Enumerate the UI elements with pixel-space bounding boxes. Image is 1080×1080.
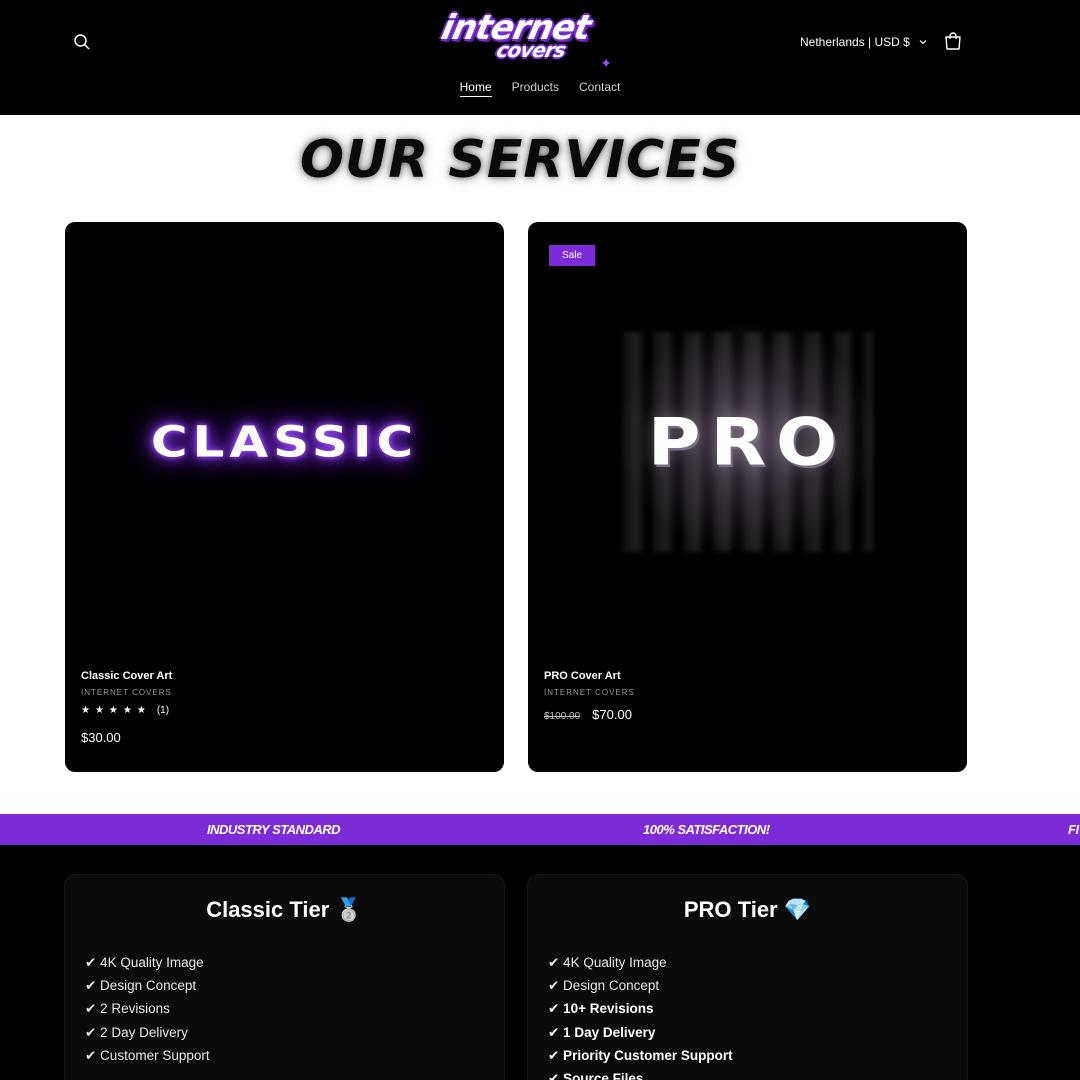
feature-item: ✔ 2 Revisions <box>85 1001 170 1017</box>
product-vendor: INTERNET COVERS <box>544 688 635 697</box>
tier-card-classic: Classic Tier 🥈 ✔ 4K Quality Image ✔ Desi… <box>64 874 505 1080</box>
feature-item: ✔ Source Files <box>548 1070 644 1080</box>
banner-item: INDUSTRY STANDARD <box>207 822 341 837</box>
brand-logo[interactable]: internet covers ✦ <box>418 6 614 71</box>
scrolling-banner: INDUSTRY STANDARD 100% SATISFACTION! FI <box>0 814 1080 845</box>
tier-title: PRO Tier 💎 <box>683 897 812 922</box>
compare-at-price: $100.00 <box>544 711 581 722</box>
main-nav: Home Products Contact <box>0 80 1080 97</box>
site-header: internet covers ✦ Netherlands | USD $ Ho… <box>0 0 1080 115</box>
logo-wordmark-line2: covers <box>494 38 568 62</box>
product-vendor: INTERNET COVERS <box>81 688 172 697</box>
nav-home[interactable]: Home <box>459 80 492 97</box>
product-card-pro[interactable]: PRO Sale PRO Cover Art INTERNET COVERS $… <box>528 222 967 772</box>
region-label: Netherlands | USD $ <box>800 35 910 49</box>
product-price: $30.00 <box>81 730 121 745</box>
product-image-classic[interactable]: CLASSIC <box>65 222 504 662</box>
product-info: Classic Cover Art INTERNET COVERS ★★★★★ … <box>81 670 488 745</box>
feature-item: ✔ 2 Day Delivery <box>85 1024 188 1040</box>
feature-item: ✔ 4K Quality Image <box>85 955 204 970</box>
feature-item: ✔ Design Concept <box>85 978 197 994</box>
product-title[interactable]: PRO Cover Art <box>544 670 951 682</box>
cart-icon[interactable] <box>942 30 964 52</box>
tier-feature-list: ✔ 4K Quality Image ✔ Design Concept ✔ 10… <box>548 951 733 1080</box>
tier-card-pro: PRO Tier 💎 ✔ 4K Quality Image ✔ Design C… <box>527 874 968 1080</box>
tier-title: Classic Tier 🥈 <box>206 897 363 922</box>
feature-item: ✔ Priority Customer Support <box>548 1047 733 1063</box>
banner-item: 100% SATISFACTION! <box>643 822 770 837</box>
country-currency-selector[interactable]: Netherlands | USD $ <box>800 33 928 51</box>
feature-item: ✔ Design Concept <box>548 978 660 994</box>
rating-count: (1) <box>156 705 170 716</box>
product-card-classic[interactable]: CLASSIC Classic Cover Art INTERNET COVER… <box>65 222 504 772</box>
feature-item: ✔ 1 Day Delivery <box>548 1024 656 1040</box>
tier-comparison-section: Classic Tier 🥈 ✔ 4K Quality Image ✔ Desi… <box>0 845 1080 1080</box>
product-image-pro[interactable]: PRO <box>528 222 967 662</box>
search-icon[interactable] <box>70 30 94 54</box>
services-heading: OUR SERVICES <box>299 130 741 190</box>
sparkle-icon: ✦ <box>600 55 612 71</box>
nav-contact[interactable]: Contact <box>579 80 620 97</box>
product-rating: ★★★★★ (1) <box>81 705 488 716</box>
classic-art-text: CLASSIC <box>150 417 419 467</box>
product-info: PRO Cover Art INTERNET COVERS $100.00 $7… <box>544 670 951 722</box>
pro-art-text: PRO <box>647 404 848 480</box>
sale-price: $70.00 <box>592 707 632 722</box>
feature-item: ✔ 10+ Revisions <box>548 1001 654 1017</box>
product-title[interactable]: Classic Cover Art <box>81 670 488 682</box>
nav-products[interactable]: Products <box>512 80 559 97</box>
chevron-down-icon <box>919 40 927 45</box>
product-price: $100.00 $70.00 <box>544 707 951 722</box>
sale-badge: Sale <box>549 245 595 266</box>
banner-item: FI <box>1068 822 1079 837</box>
feature-item: ✔ 4K Quality Image <box>548 955 667 970</box>
feature-item: ✔ Customer Support <box>85 1047 210 1063</box>
tier-feature-list: ✔ 4K Quality Image ✔ Design Concept ✔ 2 … <box>85 951 210 1067</box>
star-icons: ★★★★★ <box>81 705 151 716</box>
